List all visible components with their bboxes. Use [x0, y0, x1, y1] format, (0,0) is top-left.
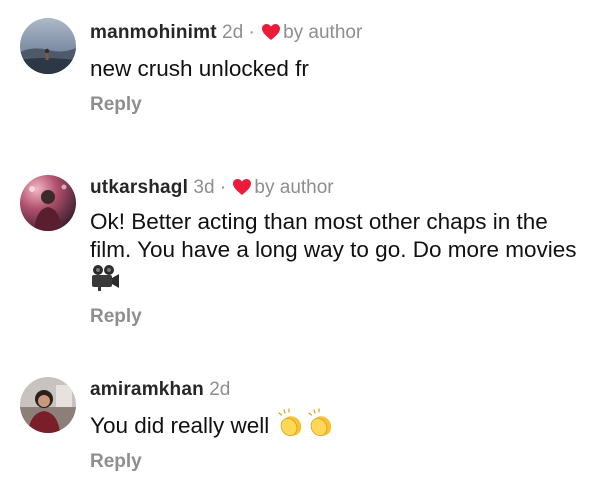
heart-icon: [232, 178, 252, 203]
comment-text: Ok! Better acting than most other chaps …: [90, 208, 580, 299]
reply-button[interactable]: Reply: [90, 306, 142, 328]
username[interactable]: manmohinimt: [90, 22, 217, 43]
comment-meta: manmohinimt 2d · by author: [90, 21, 362, 48]
reply-button[interactable]: Reply: [90, 451, 142, 473]
reply-button[interactable]: Reply: [90, 94, 142, 116]
separator-dot: ·: [248, 22, 255, 43]
avatar[interactable]: [20, 175, 76, 231]
comment-time: 2d: [209, 379, 231, 400]
comment-text: new crush unlocked fr: [90, 55, 580, 83]
avatar[interactable]: [20, 18, 76, 74]
avatar[interactable]: [20, 377, 76, 433]
comment-meta: amiramkhan 2d: [90, 378, 230, 402]
username[interactable]: utkarshagl: [90, 177, 188, 198]
comment-text: You did really well: [90, 408, 580, 445]
liked-by-author-label: by author: [283, 22, 363, 43]
clapping-hands-icon: [306, 408, 336, 445]
username[interactable]: amiramkhan: [90, 379, 204, 400]
comment-text-content: Ok! Better acting than most other chaps …: [90, 209, 577, 262]
comment-time: 3d: [193, 177, 215, 198]
clapping-hands-icon: [276, 408, 306, 445]
comment-time: 2d: [222, 22, 244, 43]
separator-dot: ·: [219, 177, 227, 198]
comment-text-content: You did really well: [90, 413, 270, 438]
comment-meta: utkarshagl 3d · by author: [90, 176, 334, 203]
comment-text-content: new crush unlocked fr: [90, 56, 309, 81]
movie-camera-icon: [90, 264, 120, 299]
heart-icon: [261, 23, 281, 48]
liked-by-author-label: by author: [254, 177, 334, 198]
